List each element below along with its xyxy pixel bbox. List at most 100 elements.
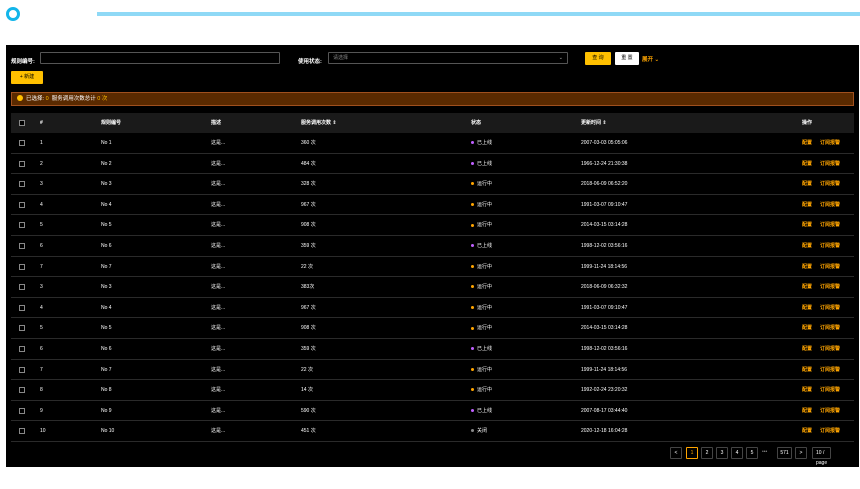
row-index: 5	[40, 325, 43, 332]
row-rule-number: No 3	[101, 181, 112, 188]
status-dot-icon	[471, 182, 474, 186]
config-link[interactable]: 配置	[802, 154, 812, 174]
row-status: 已上线	[471, 236, 492, 256]
row-rule-number: No 9	[101, 407, 112, 414]
status-select[interactable]: 请选择 ⌄	[328, 52, 568, 64]
row-checkbox[interactable]	[19, 387, 25, 394]
col-updated-at[interactable]: 更新时间 ⇕	[581, 113, 607, 133]
next-page-button[interactable]: >	[795, 447, 807, 459]
page-1[interactable]: 1	[686, 447, 698, 459]
col-rule-number: 规则编号	[101, 120, 122, 126]
subscribe-alert-link[interactable]: 订阅报警	[820, 421, 840, 441]
config-link[interactable]: 配置	[802, 380, 812, 400]
row-description: 这是...	[211, 160, 226, 167]
config-link[interactable]: 配置	[802, 277, 812, 297]
select-all-checkbox[interactable]	[19, 120, 25, 126]
col-call-count[interactable]: 服务调用次数 ⇕	[301, 113, 337, 133]
row-description: 这是...	[211, 345, 226, 352]
row-checkbox[interactable]	[19, 242, 25, 249]
subscribe-alert-link[interactable]: 订阅报警	[820, 174, 840, 194]
row-call-count: 328 次	[301, 181, 316, 188]
row-updated-at: 2014-03-15 03:14:28	[581, 325, 628, 332]
row-checkbox[interactable]	[19, 263, 25, 270]
subscribe-alert-link[interactable]: 订阅报警	[820, 257, 840, 277]
logo-icon	[6, 7, 20, 21]
row-status-label: 运行中	[477, 201, 493, 208]
table-row: 6 No 6 这是... 359 次 已上线 1998-12-02 03:56:16 配置订…	[11, 339, 854, 360]
row-checkbox[interactable]	[19, 428, 25, 435]
row-checkbox[interactable]	[19, 201, 25, 208]
row-updated-at: 1998-12-02 03:56:16	[581, 345, 628, 352]
config-link[interactable]: 配置	[802, 174, 812, 194]
config-link[interactable]: 配置	[802, 257, 812, 277]
row-rule-number: No 8	[101, 387, 112, 394]
subscribe-alert-link[interactable]: 订阅报警	[820, 154, 840, 174]
col-call-count-label: 服务调用次数	[301, 120, 332, 126]
page-3[interactable]: 3	[716, 447, 728, 459]
rule-number-input[interactable]	[40, 52, 280, 64]
page-5[interactable]: 5	[746, 447, 758, 459]
row-checkbox[interactable]	[19, 325, 25, 332]
subscribe-alert-link[interactable]: 订阅报警	[820, 236, 840, 256]
subscribe-alert-link[interactable]: 订阅报警	[820, 360, 840, 380]
page-4[interactable]: 4	[731, 447, 743, 459]
reset-button[interactable]: 重 置	[615, 52, 639, 65]
row-checkbox[interactable]	[19, 345, 25, 352]
config-link[interactable]: 配置	[802, 195, 812, 215]
row-status: 已上线	[471, 401, 492, 421]
row-status: 运行中	[471, 380, 492, 400]
subscribe-alert-link[interactable]: 订阅报警	[820, 195, 840, 215]
subscribe-alert-link[interactable]: 订阅报警	[820, 277, 840, 297]
row-index: 8	[40, 387, 43, 394]
row-status-label: 运行中	[477, 366, 493, 373]
row-checkbox[interactable]	[19, 181, 25, 188]
row-checkbox[interactable]	[19, 366, 25, 373]
subscribe-alert-link[interactable]: 订阅报警	[820, 380, 840, 400]
row-checkbox[interactable]	[19, 407, 25, 414]
subscribe-alert-link[interactable]: 订阅报警	[820, 339, 840, 359]
row-status-label: 已上线	[477, 407, 493, 414]
sort-icon: ⇕	[332, 120, 337, 126]
row-rule-number: No 6	[101, 242, 112, 249]
row-updated-at: 2018-06-09 06:32:32	[581, 284, 628, 291]
config-link[interactable]: 配置	[802, 401, 812, 421]
subscribe-alert-link[interactable]: 订阅报警	[820, 401, 840, 421]
row-checkbox[interactable]	[19, 140, 25, 146]
subscribe-alert-link[interactable]: 订阅报警	[820, 318, 840, 338]
query-button[interactable]: 查 询	[585, 52, 611, 65]
prev-page-button[interactable]: <	[670, 447, 682, 459]
config-link[interactable]: 配置	[802, 339, 812, 359]
row-index: 3	[40, 284, 43, 291]
config-link[interactable]: 配置	[802, 318, 812, 338]
new-button[interactable]: + 新建	[11, 71, 43, 84]
page-size-select[interactable]: 10 / page ⌄	[812, 447, 832, 476]
row-description: 这是...	[211, 140, 226, 146]
config-link[interactable]: 配置	[802, 236, 812, 256]
config-link[interactable]: 配置	[802, 360, 812, 380]
row-checkbox[interactable]	[19, 304, 25, 311]
subscribe-alert-link[interactable]: 订阅报警	[820, 298, 840, 318]
row-checkbox[interactable]	[19, 222, 25, 229]
subscribe-alert-link[interactable]: 订阅报警	[820, 133, 840, 153]
expand-button[interactable]: 展开 ⌄	[642, 55, 659, 63]
config-link[interactable]: 配置	[802, 421, 812, 441]
status-dot-icon	[471, 326, 474, 330]
row-checkbox[interactable]	[19, 284, 25, 291]
config-link[interactable]: 配置	[802, 215, 812, 235]
row-checkbox[interactable]	[19, 160, 25, 167]
row-updated-at: 2007-03-03 05:05:06	[581, 140, 628, 146]
row-status: 运行中	[471, 195, 492, 215]
row-updated-at: 2007-08-17 03:44:40	[581, 407, 628, 414]
config-link[interactable]: 配置	[802, 298, 812, 318]
page-2[interactable]: 2	[701, 447, 713, 459]
config-link[interactable]: 配置	[802, 133, 812, 153]
page-last[interactable]: 571	[777, 447, 792, 459]
row-status-label: 已上线	[477, 140, 493, 146]
row-description: 这是...	[211, 263, 226, 270]
sum-label: 服务调用次数总计	[51, 96, 96, 102]
table-row: 3 No 3 这是... 383次 运行中 2018-06-09 06:32:32 配置 订阅…	[11, 277, 854, 298]
row-index: 6	[40, 242, 43, 249]
subscribe-alert-link[interactable]: 订阅报警	[820, 215, 840, 235]
chevron-down-icon: ⌄	[558, 55, 563, 61]
pagination-ellipsis[interactable]: •••	[762, 449, 767, 455]
